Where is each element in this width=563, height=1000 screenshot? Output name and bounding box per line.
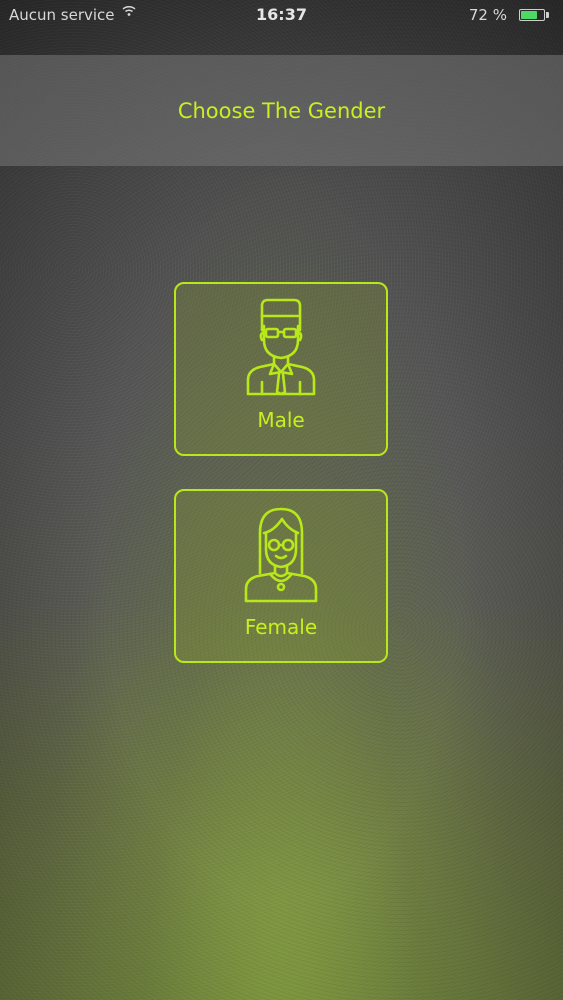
page-title: Choose The Gender: [177, 99, 386, 123]
status-bar: Aucun service 16:37 72 %: [0, 0, 563, 30]
header-bar: Choose The Gender: [0, 55, 563, 166]
female-avatar-icon: [226, 503, 336, 603]
male-option-button[interactable]: Male: [174, 282, 388, 456]
male-avatar-icon: [226, 296, 336, 396]
battery-percent: 72 %: [468, 6, 507, 24]
male-label: Male: [257, 408, 305, 432]
battery-nub: [546, 12, 549, 18]
battery-icon: [519, 9, 545, 21]
female-option-button[interactable]: Female: [174, 489, 388, 663]
female-label: Female: [244, 615, 318, 639]
